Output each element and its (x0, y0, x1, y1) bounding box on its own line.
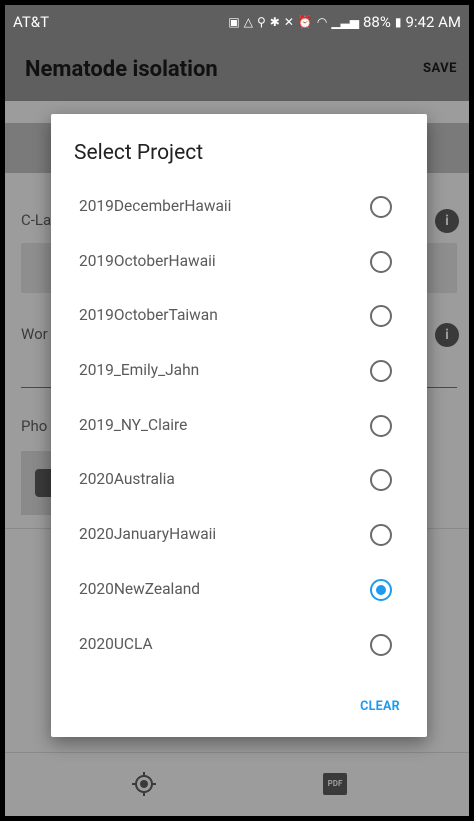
battery-icon: ▮ (394, 14, 402, 29)
project-option[interactable]: 2020Australia (51, 454, 427, 509)
radio-button[interactable] (370, 524, 392, 547)
radio-button[interactable] (370, 633, 392, 656)
project-option-label: 2019OctoberHawaii (79, 251, 216, 270)
project-option[interactable]: 2019_Emily_Jahn (51, 345, 427, 400)
mute-icon: ✕ (283, 14, 294, 29)
bluetooth-icon: ✱ (269, 14, 280, 29)
radio-button[interactable] (370, 305, 392, 328)
project-option-label: 2020JanuaryHawaii (79, 525, 217, 544)
project-option-label: 2019DecemberHawaii (79, 197, 232, 215)
project-option-label: 2020NewZealand (79, 579, 201, 598)
project-option[interactable]: 2019OctoberTaiwan (51, 290, 427, 345)
app-bar: Nematode isolation SAVE (5, 37, 469, 101)
project-option-selected[interactable]: 2020NewZealand (51, 564, 427, 619)
project-option-label: 2019_NY_Claire (79, 415, 188, 434)
bottom-toolbar: PDF (5, 752, 469, 816)
info-icon[interactable]: i (435, 323, 459, 347)
status-icons: ▣ △ ⚲ ✱ ✕ ⏰ ◠ ▁▃▅ 88% ▮ 9:42 AM (228, 13, 461, 31)
field-label-c: C-La (21, 211, 52, 229)
pdf-icon-text: PDF (327, 779, 343, 788)
radio-button[interactable] (370, 196, 392, 218)
location-icon: ⚲ (256, 14, 266, 29)
phone-screen: AT&T ▣ △ ⚲ ✱ ✕ ⏰ ◠ ▁▃▅ 88% ▮ 9:42 AM Nem… (5, 5, 469, 816)
status-bar: AT&T ▣ △ ⚲ ✱ ✕ ⏰ ◠ ▁▃▅ 88% ▮ 9:42 AM (5, 5, 469, 37)
photos-label: Pho (21, 417, 48, 435)
project-option[interactable]: 2019OctoberHawaii (51, 236, 427, 291)
radio-button[interactable] (370, 414, 392, 437)
radio-button[interactable] (370, 360, 392, 383)
radio-button[interactable] (370, 250, 392, 273)
battery-percentage: 88% (363, 13, 391, 31)
project-option-label: 2020UCLA (79, 634, 153, 653)
drive-icon: △ (243, 14, 253, 29)
radio-button-checked[interactable] (370, 578, 392, 601)
project-option[interactable]: 2020JanuaryHawaii (51, 509, 427, 564)
clear-button[interactable]: CLEAR (360, 699, 400, 714)
field-label-worm: Wor (21, 325, 48, 343)
project-option[interactable]: 2019DecemberHawaii (51, 181, 427, 236)
info-icon[interactable]: i (435, 209, 459, 233)
radio-button[interactable] (370, 469, 392, 492)
project-option[interactable]: 2020UCLA (51, 619, 427, 674)
project-option-label: 2019OctoberTaiwan (79, 306, 218, 325)
alarm-icon: ⏰ (297, 14, 313, 29)
project-options-list: 2019DecemberHawaii 2019OctoberHawaii 201… (51, 181, 427, 673)
select-project-dialog: Select Project 2019DecemberHawaii 2019Oc… (51, 114, 427, 737)
save-button[interactable]: SAVE (423, 61, 457, 76)
project-option-label: 2019_Emily_Jahn (79, 361, 200, 380)
clock: 9:42 AM (405, 13, 461, 31)
dialog-title: Select Project (74, 141, 204, 165)
page-title: Nematode isolation (25, 57, 218, 82)
notification-icon: ▣ (228, 14, 240, 29)
project-option-label: 2020Australia (79, 470, 175, 489)
signal-icon: ▁▃▅ (331, 14, 359, 29)
gps-target-icon[interactable] (131, 771, 157, 797)
wifi-icon: ◠ (316, 14, 328, 29)
project-option[interactable]: 2019_NY_Claire (51, 400, 427, 455)
pdf-icon[interactable]: PDF (323, 773, 347, 795)
carrier-label: AT&T (13, 13, 50, 31)
